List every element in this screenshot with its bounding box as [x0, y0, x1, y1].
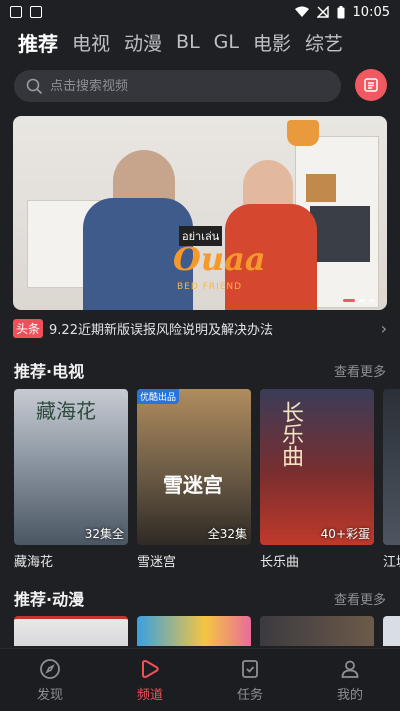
list-icon: [364, 78, 378, 92]
headline-badge: 头条: [13, 318, 44, 338]
nav-channel[interactable]: 频道: [100, 649, 200, 711]
banner-logo: Ouaa: [173, 240, 266, 278]
history-button[interactable]: [355, 69, 387, 101]
video-poster[interactable]: [137, 616, 251, 646]
video-poster[interactable]: [383, 616, 400, 646]
video-poster[interactable]: 藏海花 32集全: [14, 389, 128, 545]
no-signal-icon: [316, 6, 329, 18]
video-title[interactable]: 雪迷宫: [137, 551, 251, 569]
video-poster[interactable]: [260, 616, 374, 646]
user-icon: [341, 660, 359, 678]
poster-title-art: 长乐曲: [278, 401, 303, 467]
tab-anime[interactable]: 动漫: [124, 29, 162, 56]
poster-title-art: 藏海花: [36, 399, 96, 423]
chevron-right-icon[interactable]: ›: [381, 319, 387, 338]
nav-label: 频道: [136, 687, 163, 703]
status-bar: 10:05: [0, 0, 400, 24]
episode-tag: 32集全: [84, 527, 124, 541]
banner-pagination: [343, 299, 375, 302]
play-icon: [142, 659, 159, 678]
episode-tag: 40+彩蛋: [320, 527, 370, 541]
tv-card-list: 藏海花 32集全 藏海花 优酷出品 雪迷宫 全32集 雪迷宫 长乐曲 40+彩蛋…: [14, 389, 400, 569]
section-title: 推荐·动漫: [14, 590, 85, 609]
banner-books: [306, 174, 336, 202]
gallery-notification-icon: [10, 6, 22, 18]
compass-icon: [40, 658, 60, 679]
video-card[interactable]: 优酷出品 雪迷宫 全32集 雪迷宫: [137, 389, 251, 569]
video-poster[interactable]: 优酷出品 雪迷宫 全32集: [137, 389, 251, 545]
tab-movie[interactable]: 电影: [253, 29, 291, 56]
search-icon: [26, 78, 42, 94]
tab-bl[interactable]: BL: [176, 31, 200, 53]
search-bar[interactable]: [14, 70, 341, 102]
video-title[interactable]: 长乐曲: [260, 551, 374, 569]
banner-dot[interactable]: [369, 299, 375, 302]
video-poster[interactable]: [383, 389, 400, 545]
banner-plant-pot: [287, 120, 319, 146]
section-title: 推荐·电视: [14, 362, 85, 381]
wifi-icon: [294, 6, 309, 17]
app-notification-icon: [30, 6, 42, 18]
video-card[interactable]: 长乐曲 40+彩蛋 长乐曲: [260, 389, 374, 569]
headline-bar[interactable]: 头条 9.22近期新版误报风险说明及解决办法 ›: [13, 318, 387, 338]
nav-label: 发现: [36, 687, 63, 703]
youku-original-badge: 优酷出品: [137, 389, 180, 404]
featured-banner[interactable]: อย่าเล่น Ouaa BED FRIEND: [13, 116, 387, 310]
nav-label: 我的: [336, 687, 363, 703]
tab-variety[interactable]: 综艺: [305, 29, 343, 56]
video-poster[interactable]: 长乐曲 40+彩蛋: [260, 389, 374, 545]
channel-tabs: 推荐 电视 动漫 BL GL 电影 综艺: [0, 24, 400, 60]
video-card[interactable]: 藏海花 32集全 藏海花: [14, 389, 128, 569]
episode-tag: 全32集: [207, 527, 247, 541]
see-more-link[interactable]: 查看更多: [334, 589, 386, 608]
anime-card-list: [14, 616, 400, 646]
section-tv-header: 推荐·电视 查看更多: [14, 359, 386, 381]
banner-dot[interactable]: [343, 299, 355, 302]
bottom-nav: 发现 频道 任务 我的: [0, 648, 400, 711]
section-anime-header: 推荐·动漫 查看更多: [14, 587, 386, 609]
battery-icon: [337, 5, 345, 18]
nav-label: 任务: [236, 687, 263, 703]
search-input[interactable]: [50, 78, 310, 94]
video-card[interactable]: 江城: [383, 389, 400, 569]
banner-binders: [310, 206, 370, 262]
see-more-link[interactable]: 查看更多: [334, 361, 386, 380]
nav-profile[interactable]: 我的: [300, 649, 400, 711]
poster-title-art: 雪迷宫: [163, 473, 223, 497]
tab-recommend[interactable]: 推荐: [18, 28, 58, 57]
banner-dot[interactable]: [359, 299, 365, 302]
app-root: 10:05 推荐 电视 动漫 BL GL 电影 综艺 อย: [0, 0, 400, 711]
task-icon: [242, 659, 258, 678]
nav-discover[interactable]: 发现: [0, 649, 100, 711]
video-title[interactable]: 江城: [383, 551, 400, 569]
nav-tasks[interactable]: 任务: [200, 649, 300, 711]
tab-gl[interactable]: GL: [214, 31, 239, 53]
video-poster[interactable]: [14, 616, 128, 646]
headline-text[interactable]: 9.22近期新版误报风险说明及解决办法: [49, 319, 273, 338]
video-title[interactable]: 藏海花: [14, 551, 128, 569]
tab-tv[interactable]: 电视: [72, 29, 110, 56]
status-time: 10:05: [352, 4, 390, 20]
banner-subtitle: BED FRIEND: [177, 282, 243, 292]
